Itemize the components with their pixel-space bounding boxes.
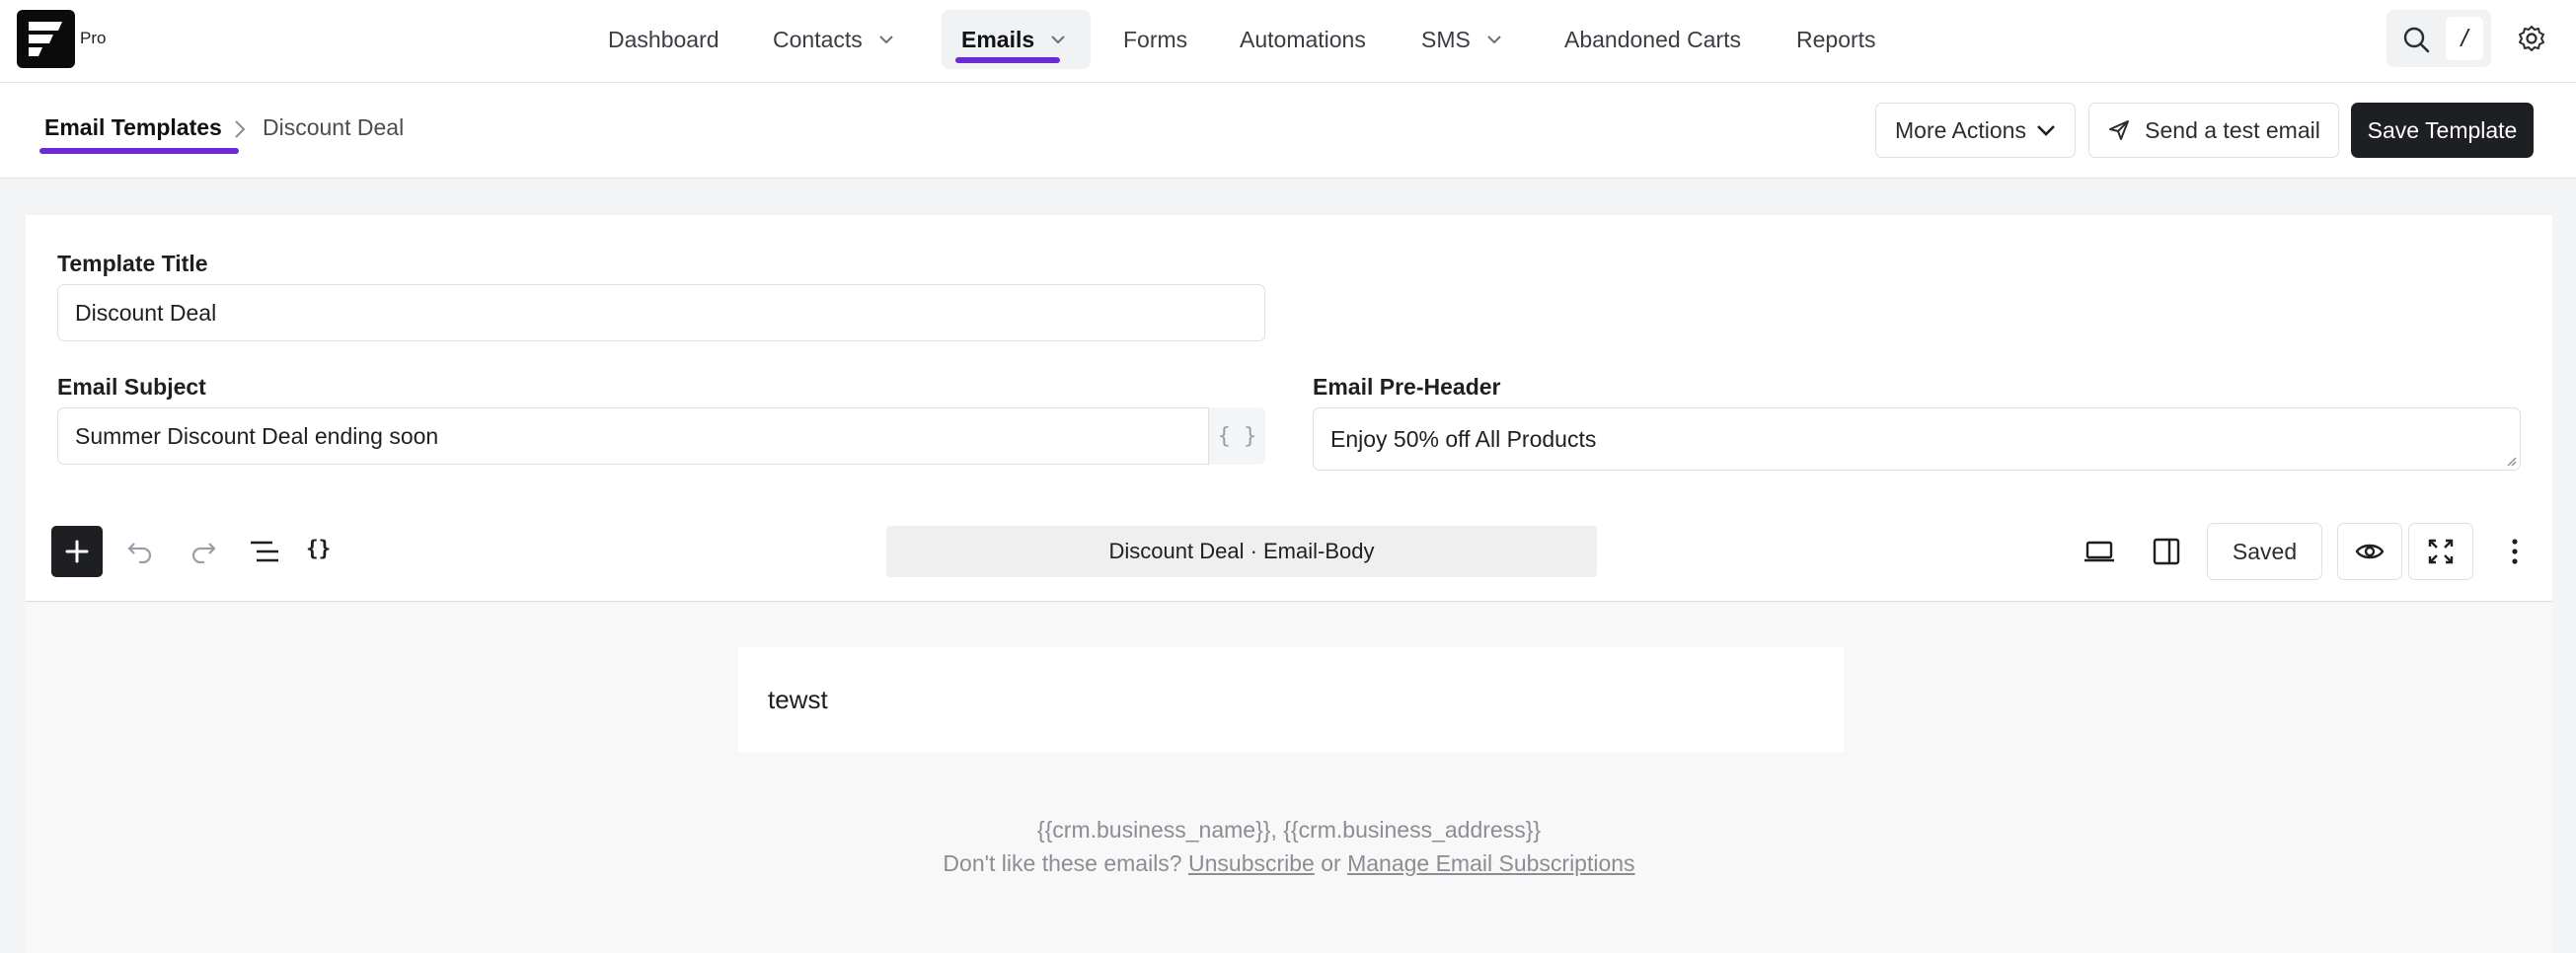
footer-or-text: or	[1321, 850, 1341, 876]
email-preheader-label: Email Pre-Header	[1313, 374, 1501, 400]
variables-button[interactable]: {}	[306, 537, 331, 560]
list-view-icon[interactable]	[247, 534, 282, 569]
sidebar-toggle-icon[interactable]	[2148, 534, 2185, 569]
send-test-email-label: Send a test email	[2145, 116, 2320, 143]
redo-icon[interactable]	[186, 534, 221, 569]
chevron-down-icon	[1050, 35, 1066, 44]
nav-item-label: Automations	[1240, 26, 1366, 52]
breadcrumb-current: Discount Deal	[263, 114, 405, 140]
page-header: Email Templates Discount Deal More Actio…	[0, 83, 2576, 179]
more-actions-label: More Actions	[1895, 116, 2026, 143]
email-body-block[interactable]: tewst	[738, 647, 1844, 752]
document-title[interactable]: Discount Deal · Email-Body	[886, 526, 1597, 577]
template-title-input[interactable]: Discount Deal	[57, 284, 1265, 341]
more-actions-button[interactable]: More Actions	[1875, 103, 2076, 158]
email-preheader-input[interactable]: Enjoy 50% off All Products	[1313, 407, 2521, 471]
nav-item-dashboard[interactable]: Dashboard	[608, 20, 720, 59]
eye-icon	[2355, 544, 2385, 559]
saved-button[interactable]: Saved	[2207, 523, 2322, 580]
chevron-right-icon	[233, 118, 247, 145]
template-title-value: Discount Deal	[75, 299, 217, 326]
footer-address-text: {{crm.business_name}}, {{crm.business_ad…	[1036, 817, 1542, 843]
nav-item-label: Reports	[1796, 26, 1876, 52]
nav-item-label: SMS	[1421, 26, 1471, 52]
nav-item-forms[interactable]: Forms	[1123, 20, 1187, 59]
footer-address: {{crm.business_name}}, {{crm.business_ad…	[26, 817, 2552, 843]
nav-active-underline	[955, 57, 1060, 63]
send-icon	[2107, 118, 2131, 142]
shortcut-key[interactable]: /	[2446, 17, 2483, 60]
top-navigation: Pro Dashboard Contacts Emails Forms Auto…	[0, 0, 2576, 83]
plus-icon	[65, 540, 89, 563]
chevron-down-icon	[878, 35, 894, 44]
nav-item-label: Contacts	[773, 26, 863, 52]
resize-handle-icon[interactable]	[2505, 455, 2517, 467]
nav-item-reports[interactable]: Reports	[1796, 20, 1876, 59]
send-test-email-button[interactable]: Send a test email	[2088, 103, 2339, 158]
manage-subscriptions-link[interactable]: Manage Email Subscriptions	[1347, 850, 1634, 876]
email-subject-value: Summer Discount Deal ending soon	[75, 422, 439, 449]
save-template-button[interactable]: Save Template	[2351, 103, 2534, 158]
nav-item-emails[interactable]: Emails	[961, 20, 1066, 59]
footer-unsubscribe-line: Don't like these emails? Unsubscribe or …	[26, 850, 2552, 877]
nav-item-automations[interactable]: Automations	[1240, 20, 1366, 59]
breadcrumb-underline	[39, 148, 239, 154]
nav-item-sms[interactable]: SMS	[1421, 20, 1502, 59]
more-options-icon[interactable]	[2497, 534, 2533, 569]
preview-button[interactable]	[2337, 523, 2402, 580]
email-body-text: tewst	[768, 684, 828, 714]
footer-prefix-text: Don't like these emails?	[943, 850, 1182, 876]
desktop-preview-icon[interactable]	[2081, 534, 2118, 569]
fullscreen-button[interactable]	[2408, 523, 2473, 580]
chevron-down-icon	[1486, 35, 1502, 44]
save-template-label: Save Template	[2367, 116, 2518, 143]
breadcrumb-parent[interactable]: Email Templates	[44, 114, 222, 141]
email-subject-input[interactable]: Summer Discount Deal ending soon	[57, 407, 1265, 465]
merge-tags-button[interactable]: { }	[1208, 407, 1265, 465]
unsubscribe-link[interactable]: Unsubscribe	[1188, 850, 1315, 876]
gear-icon[interactable]	[2513, 20, 2550, 57]
add-block-button[interactable]	[51, 526, 103, 577]
nav-item-abandoned-carts[interactable]: Abandoned Carts	[1564, 20, 1741, 59]
email-subject-label: Email Subject	[57, 374, 206, 400]
fullscreen-icon	[2428, 539, 2454, 564]
chevron-down-icon	[2036, 124, 2056, 136]
nav-item-label: Abandoned Carts	[1564, 26, 1742, 52]
undo-icon[interactable]	[122, 534, 158, 569]
nav-item-contacts[interactable]: Contacts	[773, 20, 894, 59]
template-title-label: Template Title	[57, 251, 208, 276]
nav-item-label: Emails	[961, 26, 1035, 52]
search-icon[interactable]	[2398, 22, 2434, 57]
nav-item-label: Forms	[1123, 26, 1188, 52]
nav-item-label: Dashboard	[608, 26, 720, 52]
email-preheader-value: Enjoy 50% off All Products	[1330, 425, 1597, 452]
